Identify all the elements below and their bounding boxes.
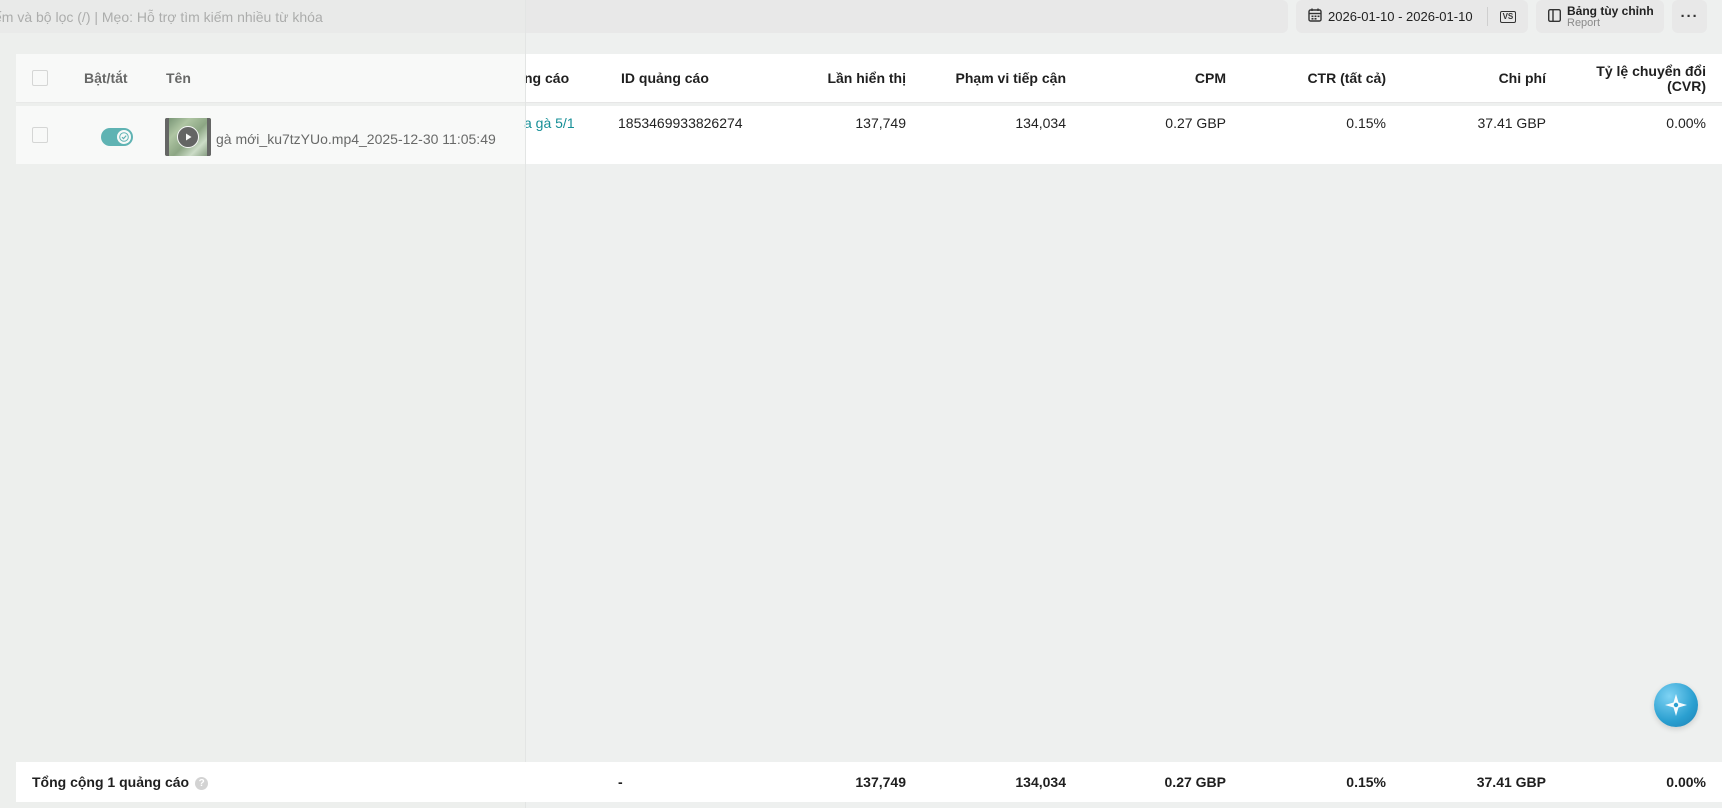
cvr-value: 0.00% [1666,115,1706,131]
header-ctr[interactable]: CTR (tất cả) [1236,70,1386,86]
more-icon[interactable]: ··· [1672,0,1707,33]
header-toggle[interactable]: Bật/tắt [84,70,128,86]
total-cvr: 0.00% [1666,774,1706,790]
cpm-value: 0.27 GBP [1165,115,1226,131]
total-cost: 37.41 GBP [1476,774,1546,790]
total-ad-id: - [618,774,623,790]
total-impressions: 137,749 [855,774,906,790]
header-ad-group[interactable]: ng cáo [524,70,569,86]
header-cpm[interactable]: CPM [1076,70,1226,86]
custom-table-label: Bảng tùy chỉnh [1567,3,1654,18]
ctr-value: 0.15% [1346,115,1386,131]
search-input[interactable]: ếm và bộ lọc (/) | Mẹo: Hỗ trợ tìm kiếm … [0,0,1288,33]
check-icon [117,130,131,144]
play-icon [177,126,199,148]
assistant-icon[interactable] [1654,683,1698,727]
ad-name[interactable]: gà mới_ku7tzYUo.mp4_2025-12-30 11:05:49 [216,131,496,147]
columns-icon [1547,8,1562,25]
date-range-text: 2026-01-10 - 2026-01-10 [1328,9,1473,24]
header-reach[interactable]: Phạm vi tiếp cận [916,70,1066,86]
header-cvr[interactable]: Tỷ lệ chuyển đổi (CVR) [1536,64,1706,94]
table-header-row: Bật/tắt Tên ng cáo ID quảng cáo Lần hiển… [16,54,1722,103]
custom-table-button[interactable]: Bảng tùy chỉnh Report [1536,0,1664,33]
header-cvr-line1: Tỷ lệ chuyển đổi [1596,63,1706,79]
vs-icon: VS [1499,10,1517,23]
custom-table-sublabel: Report [1567,16,1601,29]
video-thumbnail[interactable] [165,118,211,156]
total-label: Tổng cộng 1 quảng cáo? [32,774,209,790]
ad-group-link[interactable]: a gà 5/1 [524,115,575,131]
total-label-text: Tổng cộng 1 quảng cáo [32,774,190,790]
total-ctr: 0.15% [1346,774,1386,790]
ad-enabled-toggle[interactable] [101,128,133,146]
header-impressions[interactable]: Lần hiển thị [756,70,906,86]
cost-value: 37.41 GBP [1477,115,1547,131]
help-icon[interactable]: ? [195,776,209,790]
total-reach: 134,034 [1015,774,1066,790]
select-all-checkbox[interactable] [32,70,48,86]
table-footer-row: Tổng cộng 1 quảng cáo? - 137,749 134,034… [16,762,1722,802]
ad-id-value: 1853469933826274 [618,115,743,131]
reach-value: 134,034 [1015,115,1066,131]
row-checkbox[interactable] [32,127,48,143]
header-name[interactable]: Tên [166,70,191,86]
impressions-value: 137,749 [855,115,906,131]
header-ad-id[interactable]: ID quảng cáo [621,70,709,86]
calendar-icon [1308,8,1322,25]
search-placeholder: ếm và bộ lọc (/) | Mẹo: Hỗ trợ tìm kiếm … [0,8,323,25]
total-cpm: 0.27 GBP [1164,774,1226,790]
compare-button[interactable]: VS [1486,7,1517,26]
date-range-picker[interactable]: 2026-01-10 - 2026-01-10 VS [1296,0,1528,33]
header-cvr-line2: (CVR) [1667,78,1706,94]
header-cost[interactable]: Chi phí [1396,70,1546,86]
